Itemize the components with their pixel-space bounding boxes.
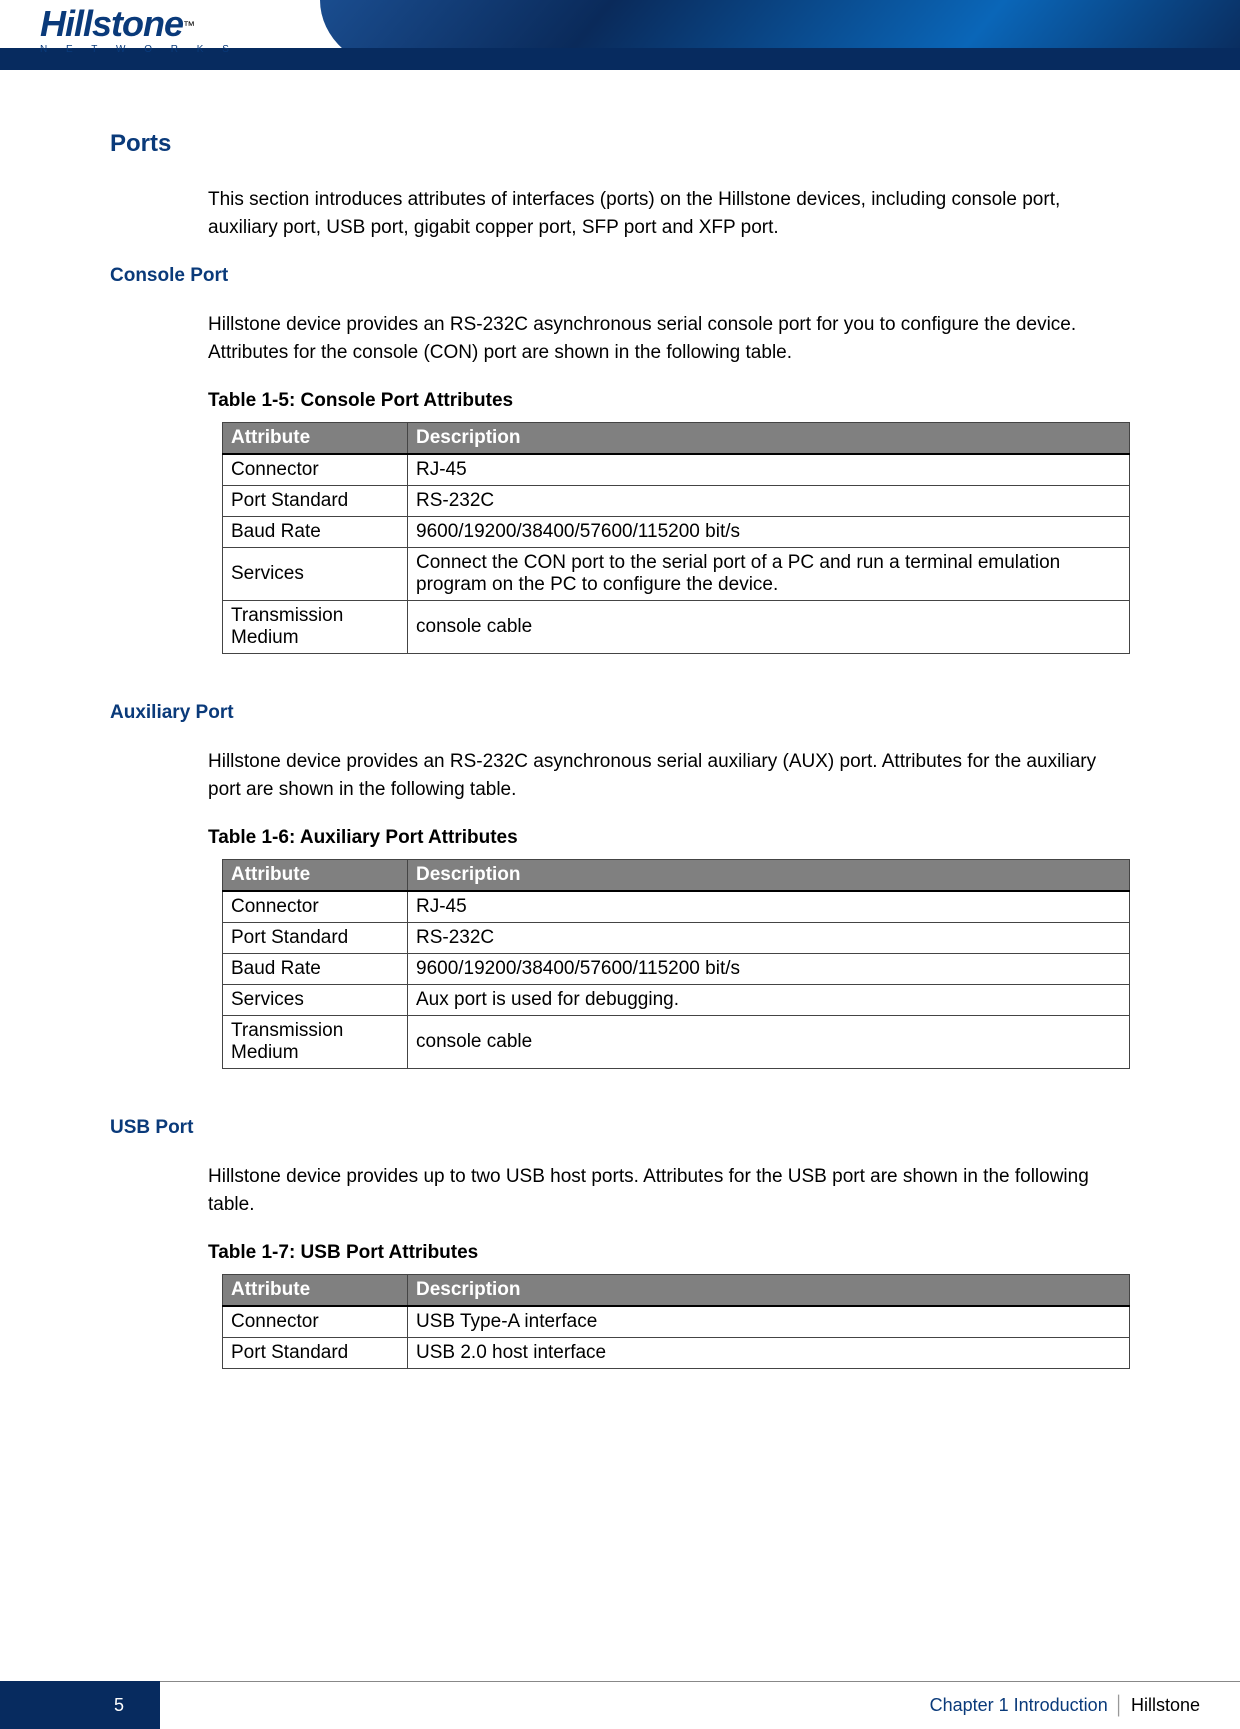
table-row: Transmission Mediumconsole cable xyxy=(223,601,1130,654)
page-header: Hillstone™ N E T W O R K S xyxy=(0,0,1240,70)
table-header-description: Description xyxy=(408,423,1130,455)
table-caption-usb: Table 1-7: USB Port Attributes xyxy=(208,1242,1130,1264)
page-footer: 5 Chapter 1 Introduction │ Hillstone xyxy=(0,1681,1240,1729)
table-row: ConnectorRJ-45 xyxy=(223,891,1130,923)
cell-attr: Services xyxy=(223,985,408,1016)
table-row: ServicesConnect the CON port to the seri… xyxy=(223,548,1130,601)
logo-text: Hillstone xyxy=(40,3,183,44)
footer-page-block: 5 xyxy=(0,1681,160,1729)
cell-attr: Baud Rate xyxy=(223,954,408,985)
cell-desc: 9600/19200/38400/57600/115200 bit/s xyxy=(408,517,1130,548)
table-header-attribute: Attribute xyxy=(223,423,408,455)
logo-subtitle: N E T W O R K S xyxy=(40,44,237,55)
table-console: Attribute Description ConnectorRJ-45 Por… xyxy=(222,422,1130,654)
table-row: ServicesAux port is used for debugging. xyxy=(223,985,1130,1016)
cell-desc: RJ-45 xyxy=(408,891,1130,923)
table-header-description: Description xyxy=(408,1275,1130,1307)
footer-chapter: Chapter 1 Introduction xyxy=(930,1695,1108,1716)
footer-page-number: 5 xyxy=(114,1695,124,1716)
footer-brand: Hillstone xyxy=(1131,1695,1200,1716)
cell-desc: Aux port is used for debugging. xyxy=(408,985,1130,1016)
cell-attr: Port Standard xyxy=(223,486,408,517)
table-header-attribute: Attribute xyxy=(223,1275,408,1307)
cell-attr: Port Standard xyxy=(223,1338,408,1369)
cell-attr: Connector xyxy=(223,891,408,923)
section-title-aux: Auxiliary Port xyxy=(110,702,1130,724)
cell-attr: Services xyxy=(223,548,408,601)
table-row: Transmission Mediumconsole cable xyxy=(223,1016,1130,1069)
footer-separator: │ xyxy=(1114,1695,1125,1716)
table-row: Baud Rate9600/19200/38400/57600/115200 b… xyxy=(223,954,1130,985)
section-intro-aux: Hillstone device provides an RS-232C asy… xyxy=(208,748,1130,803)
cell-desc: console cable xyxy=(408,1016,1130,1069)
cell-attr: Connector xyxy=(223,454,408,486)
cell-attr: Baud Rate xyxy=(223,517,408,548)
cell-desc: RS-232C xyxy=(408,486,1130,517)
section-title-usb: USB Port xyxy=(110,1117,1130,1139)
page-content: Ports This section introduces attributes… xyxy=(0,70,1240,1399)
section-title-ports: Ports xyxy=(110,130,1130,158)
section-intro-console: Hillstone device provides an RS-232C asy… xyxy=(208,311,1130,366)
table-row: Baud Rate9600/19200/38400/57600/115200 b… xyxy=(223,517,1130,548)
cell-desc: 9600/19200/38400/57600/115200 bit/s xyxy=(408,954,1130,985)
cell-desc: Connect the CON port to the serial port … xyxy=(408,548,1130,601)
table-row: Port StandardUSB 2.0 host interface xyxy=(223,1338,1130,1369)
table-row: Port StandardRS-232C xyxy=(223,486,1130,517)
table-row: ConnectorRJ-45 xyxy=(223,454,1130,486)
cell-attr: Transmission Medium xyxy=(223,601,408,654)
cell-desc: USB Type-A interface xyxy=(408,1306,1130,1338)
table-header-description: Description xyxy=(408,860,1130,892)
cell-attr: Connector xyxy=(223,1306,408,1338)
brand-logo: Hillstone™ N E T W O R K S xyxy=(40,6,237,55)
cell-desc: RJ-45 xyxy=(408,454,1130,486)
table-usb: Attribute Description ConnectorUSB Type-… xyxy=(222,1274,1130,1369)
table-caption-console: Table 1-5: Console Port Attributes xyxy=(208,390,1130,412)
footer-info: Chapter 1 Introduction │ Hillstone xyxy=(160,1681,1240,1729)
table-header-row: Attribute Description xyxy=(223,423,1130,455)
cell-attr: Transmission Medium xyxy=(223,1016,408,1069)
table-aux: Attribute Description ConnectorRJ-45 Por… xyxy=(222,859,1130,1069)
table-header-row: Attribute Description xyxy=(223,1275,1130,1307)
section-title-console: Console Port xyxy=(110,265,1130,287)
cell-desc: console cable xyxy=(408,601,1130,654)
table-caption-aux: Table 1-6: Auxiliary Port Attributes xyxy=(208,827,1130,849)
section-intro-usb: Hillstone device provides up to two USB … xyxy=(208,1163,1130,1218)
table-row: Port StandardRS-232C xyxy=(223,923,1130,954)
cell-attr: Port Standard xyxy=(223,923,408,954)
table-row: ConnectorUSB Type-A interface xyxy=(223,1306,1130,1338)
logo-trademark: ™ xyxy=(183,19,195,33)
table-header-row: Attribute Description xyxy=(223,860,1130,892)
section-intro-ports: This section introduces attributes of in… xyxy=(208,186,1130,241)
cell-desc: RS-232C xyxy=(408,923,1130,954)
cell-desc: USB 2.0 host interface xyxy=(408,1338,1130,1369)
table-header-attribute: Attribute xyxy=(223,860,408,892)
